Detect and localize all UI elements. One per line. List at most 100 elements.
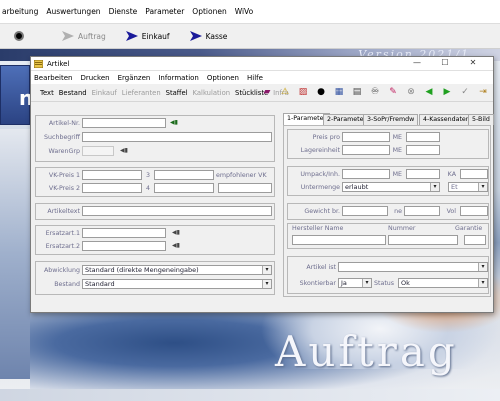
preis-pro-field[interactable] [342,132,390,142]
label-artikel-nr: Artikel-Nr. [48,120,80,127]
label-preis-pro: Preis pro [312,134,340,141]
menu-information[interactable]: Information [158,74,199,82]
label-nummer: Nummer [388,225,416,232]
label-warengrp: WarenGrp [48,148,80,155]
lookup-icon[interactable]: ◀▮ [172,229,181,236]
panel-ersatz: Ersatzart.1 ◀▮ Ersatzart.2 ◀▮ [35,225,275,255]
artikel-window: Artikel — ☐ ✕ Bearbeiten Drucken Ergänze… [30,56,494,313]
window-titlebar[interactable]: Artikel — ☐ ✕ [31,57,493,71]
grid-icon[interactable]: ▦ [332,85,346,99]
vk4-field[interactable] [154,183,214,193]
artikel-nr-field[interactable] [82,118,166,128]
tab-4-kassendaten[interactable]: 4-Kassendaten [419,114,474,125]
window-menubar: Bearbeiten Drucken Ergänzen Information … [31,71,493,84]
link-lieferanten[interactable]: Lieferanten [122,89,161,97]
skontierbar-select[interactable]: Ja [338,278,372,288]
label-ka: KA [447,171,456,178]
garantie-field[interactable] [464,235,486,245]
suchbegriff-field[interactable] [82,132,272,142]
binoculars-icon[interactable]: ♾ [368,85,382,99]
untermenge-select[interactable]: erlaubt [342,182,440,192]
bestand-select[interactable]: Standard [82,279,272,289]
link-einkauf[interactable]: Einkauf [92,89,117,97]
link-staffel[interactable]: Staffel [166,89,188,97]
vol-field[interactable] [460,206,488,216]
auftrag-button[interactable]: Auftrag [62,31,106,41]
check-icon[interactable]: ✓ [458,85,472,99]
nummer-field[interactable] [388,235,458,245]
menu-bearbeiten[interactable]: Bearbeiten [34,74,72,82]
cancel-icon[interactable]: ⊗ [404,85,418,99]
label-suchbegriff: Suchbegriff [44,134,80,141]
ne-field[interactable] [404,206,440,216]
link-text[interactable]: Text [40,89,54,97]
backdrop-word: Auftrag [275,327,458,376]
panel-umpack: Umpack/Inh. ME KA Untermenge erlaubt Et [287,166,489,196]
lookup-icon[interactable]: ◀▮ [172,242,181,249]
umpack-me-field[interactable] [406,169,440,179]
vk2-field[interactable] [82,183,142,193]
warning-icon[interactable]: ⚠ [278,85,292,99]
label-vol: Vol [446,208,456,215]
preis-me-field[interactable] [406,132,440,142]
label-untermenge: Untermenge [300,184,340,191]
warengrp-field[interactable] [82,146,114,156]
close-icon[interactable]: ✕ [459,58,487,67]
tab-3-sopr[interactable]: 3-SoPr/Fremdw [363,114,419,125]
artikel-ist-select[interactable] [338,262,488,272]
menu-optionen[interactable]: Optionen [192,7,226,16]
label-lagereinheit: Lagereinheit [300,147,340,154]
key-icon[interactable]: ◀▮ [170,119,179,126]
kasse-label: Kasse [205,31,228,41]
lagereinheit-field[interactable] [342,145,390,155]
et-select[interactable]: Et [448,182,488,192]
menu-ergaenzen[interactable]: Ergänzen [118,74,151,82]
ersatzart2-field[interactable] [82,241,166,251]
vk1-field[interactable] [82,170,142,180]
ersatzart1-field[interactable] [82,228,166,238]
label-ne: ne [394,208,402,215]
app-menubar: arbeitung Auswertungen Dienste Parameter… [0,0,500,24]
gewicht-field[interactable] [342,206,388,216]
einkauf-button[interactable]: Einkauf [125,31,170,41]
menu-optionen[interactable]: Optionen [207,74,239,82]
artikeltext-field[interactable] [82,206,272,216]
menu-bearbeitung[interactable]: arbeitung [2,7,38,16]
print-icon[interactable]: ▤ [350,85,364,99]
pen-icon[interactable]: ✎ [386,85,400,99]
link-bestand[interactable]: Bestand [59,89,87,97]
arrow-right-icon [189,31,202,41]
tab-5-bild[interactable]: 5-Bild [468,114,494,125]
chart-icon[interactable]: ▨ [296,85,310,99]
menu-auswertungen[interactable]: Auswertungen [46,7,100,16]
label-empfohlener-vk: empfohlener VK [216,172,267,179]
maximize-icon[interactable]: ☐ [431,58,459,67]
arrow-right-icon[interactable]: ▶ [440,85,454,99]
empfohlener-vk-field[interactable] [218,183,272,193]
app-logo: n [0,65,33,125]
hersteller-field[interactable] [292,235,386,245]
kasse-button[interactable]: Kasse [189,31,228,41]
exit-icon[interactable]: ⇥ [476,85,490,99]
ka-field[interactable] [460,169,488,179]
menu-hilfe[interactable]: Hilfe [247,74,263,82]
record-icon[interactable]: ● [314,85,328,99]
record-icon[interactable] [14,31,24,41]
panel-status: Artikel ist Skontierbar Ja Status Ok [287,256,489,294]
link-kalkulation[interactable]: Kalkulation [193,89,231,97]
minimize-icon[interactable]: — [403,58,431,67]
menu-parameter[interactable]: Parameter [145,7,184,16]
arrow-left-icon[interactable]: ◀ [422,85,436,99]
lager-me-field[interactable] [406,145,440,155]
menu-wivo[interactable]: WiVo [235,7,253,16]
window-icon-row: ▰ ⚠ ▨ ● ▦ ▤ ♾ ✎ ⊗ ◀ ▶ ✓ ⇥ [256,85,490,99]
menu-dienste[interactable]: Dienste [109,7,138,16]
vk3-field[interactable] [154,170,214,180]
lookup-icon[interactable]: ◀▮ [120,147,129,154]
menu-drucken[interactable]: Drucken [80,74,109,82]
label-abwicklung: Abwicklung [43,267,80,274]
status-select[interactable]: Ok [398,278,488,288]
umpack-field[interactable] [342,169,390,179]
book-icon[interactable]: ▰ [260,85,274,99]
abwicklung-select[interactable]: Standard (direkte Mengeneingabe) [82,265,272,275]
